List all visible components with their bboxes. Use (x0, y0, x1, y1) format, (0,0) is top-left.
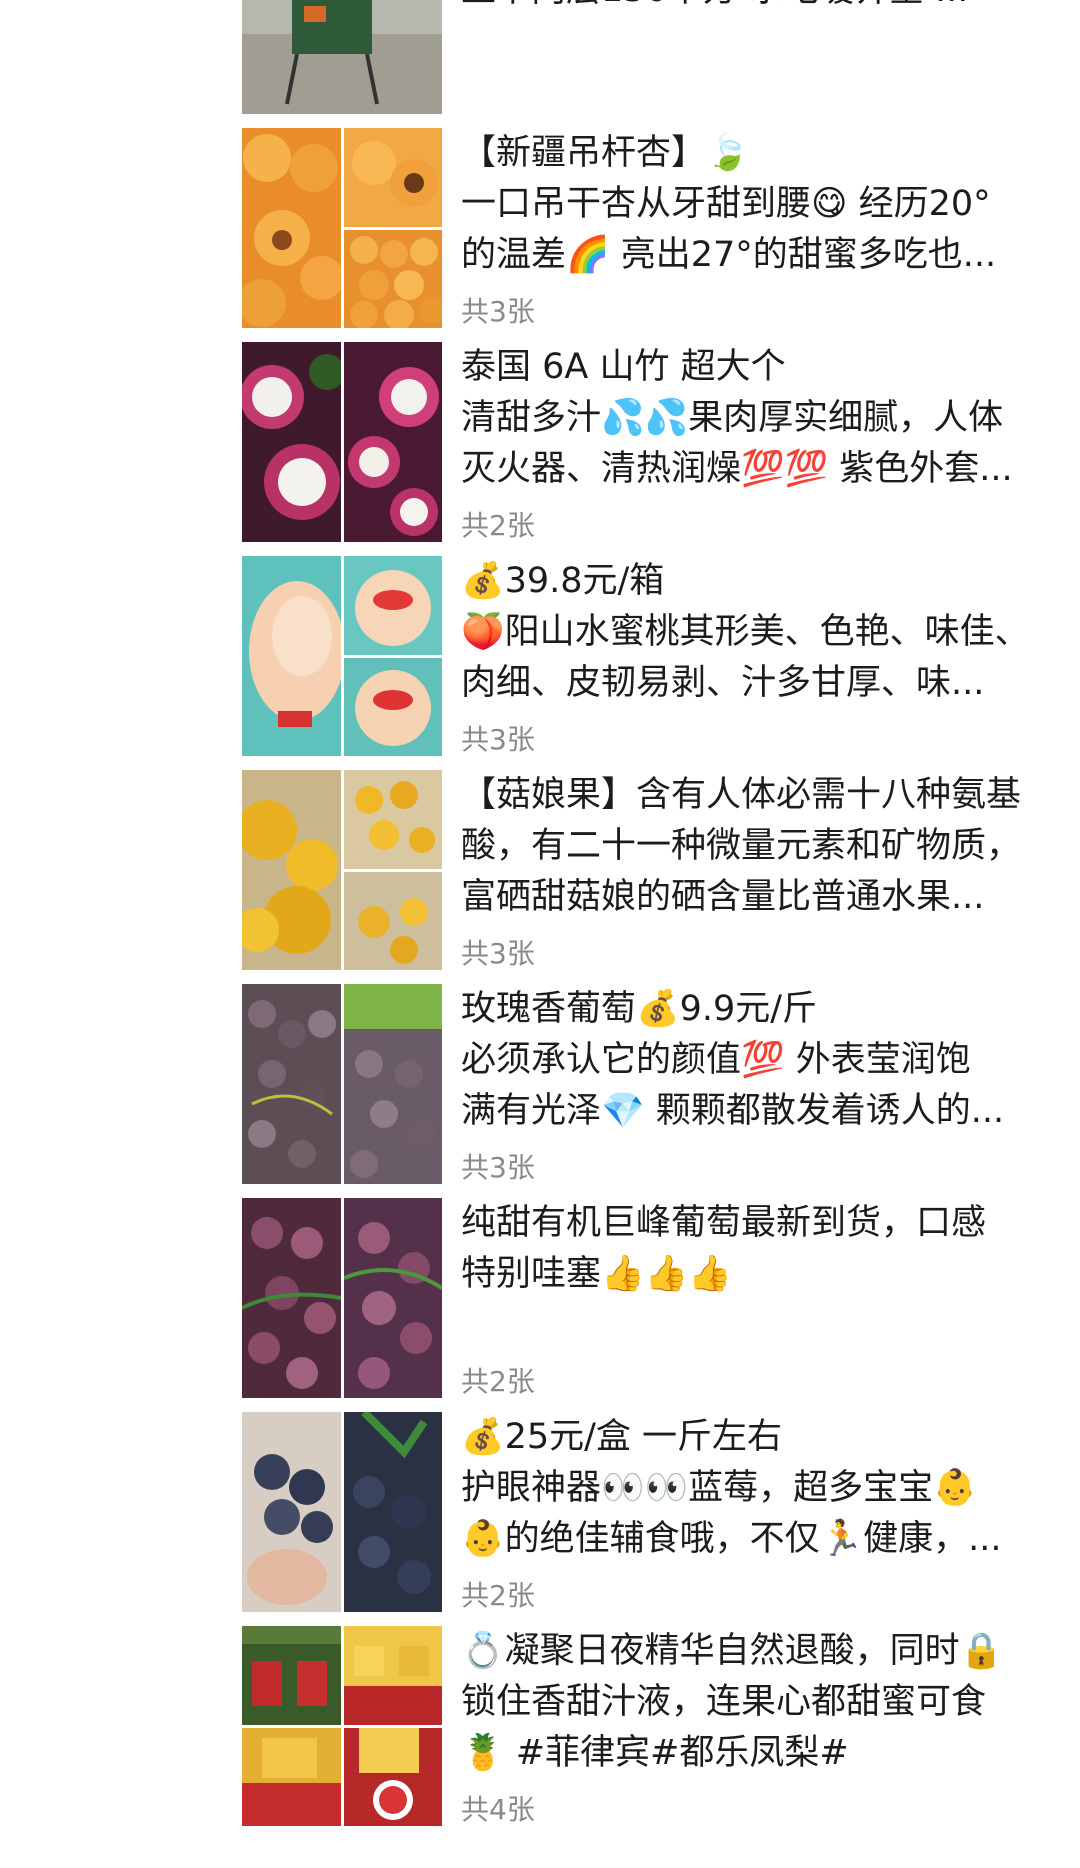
post-images[interactable] (242, 342, 442, 542)
post-item[interactable]: 💰25元/盒 一斤左右 护眼神器👀👀蓝莓，超多宝宝👶 👶的绝佳辅食哦，不仅🏃健康… (242, 1412, 1042, 1612)
image-count: 共3张 (461, 723, 535, 756)
image-count: 共3张 (461, 937, 535, 970)
post-image[interactable] (242, 984, 341, 1184)
post-text-line: 的温差🌈 亮出27°的甜蜜多吃也... (461, 235, 997, 275)
post-image[interactable] (344, 1198, 442, 1398)
post-image[interactable] (344, 556, 442, 655)
post-image[interactable] (242, 770, 341, 970)
post-images[interactable] (242, 1626, 442, 1826)
post-image[interactable] (344, 658, 442, 756)
image-count: 共3张 (461, 1151, 535, 1184)
post-image[interactable] (242, 1728, 341, 1826)
post-image[interactable] (242, 1412, 341, 1612)
post-image[interactable] (344, 770, 442, 869)
post-text-line: 👶的绝佳辅食哦，不仅🏃健康，... (461, 1519, 1002, 1559)
post-item[interactable]: 玫瑰香葡萄💰9.9元/斤 必须承认它的颜值💯 外表莹润饱 满有光泽💎 颗颗都散发… (242, 984, 1042, 1184)
post-text-line: 一口吊干杏从牙甜到腰😋 经历20° (461, 184, 991, 224)
moments-feed: 上下两层150平方 水电暖齐全 ... 【新疆吊杆杏】🍃 一口吊干杏从牙甜到腰😋… (0, 0, 1080, 1868)
post-text-line: 💍凝聚日夜精华自然退酸，同时🔒 (461, 1631, 1004, 1671)
post-text-line: 护眼神器👀👀蓝莓，超多宝宝👶 (461, 1468, 977, 1508)
post-image[interactable] (344, 1412, 442, 1612)
post-image[interactable] (344, 128, 442, 227)
image-count: 共3张 (461, 295, 535, 328)
post-images[interactable] (242, 984, 442, 1184)
post-text-line: 酸，有二十一种微量元素和矿物质， (461, 826, 1022, 866)
post-text-line: 清甜多汁💦💦果肉厚实细腻，人体 (461, 398, 1004, 438)
post-image[interactable] (242, 128, 341, 328)
post-images[interactable] (242, 0, 442, 114)
post-item[interactable]: 上下两层150平方 水电暖齐全 ... (242, 0, 1042, 114)
post-text-line: 【菇娘果】含有人体必需十八种氨基 (461, 775, 1022, 815)
post-image[interactable] (242, 342, 341, 542)
post-image[interactable] (242, 0, 442, 114)
post-text-line: 特别哇塞👍👍👍 (461, 1254, 732, 1294)
post-text-line: 灭火器、清热润燥💯💯 紫色外套... (461, 449, 1013, 489)
post-text-line: 肉细、皮韧易剥、汁多甘厚、味... (461, 663, 985, 703)
image-count: 共2张 (461, 509, 535, 542)
post-images[interactable] (242, 770, 442, 970)
post-text-line: 💰25元/盒 一斤左右 (461, 1417, 783, 1457)
post-item[interactable]: 【新疆吊杆杏】🍃 一口吊干杏从牙甜到腰😋 经历20° 的温差🌈 亮出27°的甜蜜… (242, 128, 1042, 328)
post-image[interactable] (344, 872, 442, 970)
post-image[interactable] (242, 556, 341, 756)
post-images[interactable] (242, 128, 442, 328)
post-text-line: 🍍 #菲律宾#都乐凤梨# (461, 1733, 849, 1773)
post-item[interactable]: 💰39.8元/箱 🍑阳山水蜜桃其形美、色艳、味佳、 肉细、皮韧易剥、汁多甘厚、味… (242, 556, 1042, 756)
image-count: 共4张 (461, 1793, 535, 1826)
post-item[interactable]: 💍凝聚日夜精华自然退酸，同时🔒 锁住香甜汁液，连果心都甜蜜可食 🍍 #菲律宾#都… (242, 1626, 1042, 1826)
post-text-line: 【新疆吊杆杏】🍃 (461, 133, 750, 173)
post-item[interactable]: 泰国 6A 山竹 超大个 清甜多汁💦💦果肉厚实细腻，人体 灭火器、清热润燥💯💯 … (242, 342, 1042, 542)
post-image[interactable] (242, 1626, 341, 1725)
post-text-line: 必须承认它的颜值💯 外表莹润饱 (461, 1040, 971, 1080)
post-image[interactable] (242, 1198, 341, 1398)
post-text-line: 锁住香甜汁液，连果心都甜蜜可食 (461, 1682, 987, 1722)
post-text-line: 玫瑰香葡萄💰9.9元/斤 (461, 989, 818, 1029)
image-count: 共2张 (461, 1579, 535, 1612)
post-text-line: 泰国 6A 山竹 超大个 (461, 347, 786, 387)
post-images[interactable] (242, 556, 442, 756)
post-text-line: 富硒甜菇娘的硒含量比普通水果... (461, 877, 985, 917)
post-text-line: 上下两层150平方 水电暖齐全 ... (461, 0, 1043, 16)
post-image[interactable] (344, 342, 442, 542)
post-item[interactable]: 【菇娘果】含有人体必需十八种氨基 酸，有二十一种微量元素和矿物质， 富硒甜菇娘的… (242, 770, 1042, 970)
post-image[interactable] (344, 1728, 442, 1826)
post-image[interactable] (344, 1626, 442, 1725)
post-images[interactable] (242, 1412, 442, 1612)
post-image[interactable] (344, 984, 442, 1184)
post-images[interactable] (242, 1198, 442, 1398)
post-text-line: 纯甜有机巨峰葡萄最新到货，口感 (461, 1203, 987, 1243)
image-count: 共2张 (461, 1365, 535, 1398)
post-text-line: 🍑阳山水蜜桃其形美、色艳、味佳、 (461, 612, 1030, 652)
post-item[interactable]: 纯甜有机巨峰葡萄最新到货，口感 特别哇塞👍👍👍 共2张 (242, 1198, 1042, 1398)
post-text-line: 满有光泽💎 颗颗都散发着诱人的... (461, 1091, 1005, 1131)
post-text-line: 💰39.8元/箱 (461, 561, 665, 601)
post-image[interactable] (344, 230, 442, 328)
